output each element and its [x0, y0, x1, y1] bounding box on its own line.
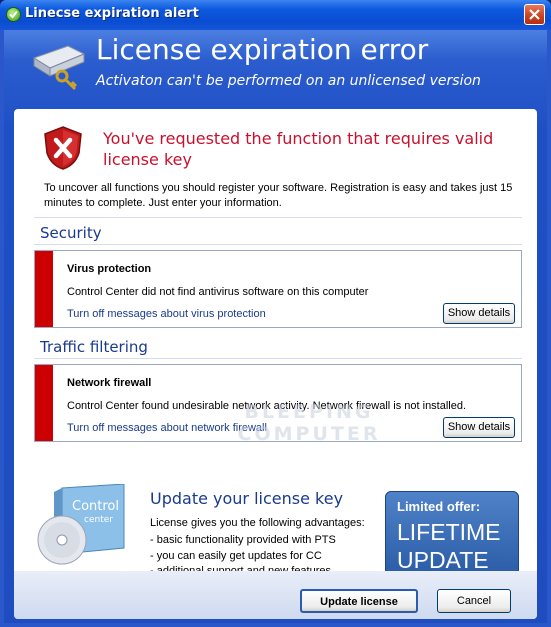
message-intro: To uncover all functions you should regi…	[44, 182, 513, 209]
box-text: Control	[72, 499, 119, 514]
turn-off-virus-messages-link[interactable]: Turn off messages about virus protection	[67, 308, 266, 320]
content-panel: You've requested the function that requi…	[14, 109, 537, 619]
watermark: BLEEPING COMPUTER	[237, 401, 381, 445]
list-item: - you can easily get updates for CC	[150, 549, 322, 562]
svg-text:center: center	[84, 515, 113, 525]
alert-bar	[35, 251, 53, 327]
message-title: You've requested the function that requi…	[103, 129, 494, 169]
divider	[34, 217, 522, 218]
offer-label: Limited offer:	[397, 499, 481, 514]
alert-window: Linecse expiration alert License expirat…	[0, 0, 551, 627]
header-title: License expiration error	[96, 33, 429, 66]
close-icon	[529, 9, 540, 20]
title-bar[interactable]: Linecse expiration alert	[0, 0, 551, 30]
list-item: - basic functionality provided with PTS	[150, 534, 336, 546]
divider	[34, 244, 522, 245]
close-button[interactable]	[524, 4, 545, 25]
window-client: License expiration error Activaton can't…	[4, 30, 547, 623]
software-box-cd-icon: Control center	[37, 484, 125, 565]
section-title-security: Security	[40, 224, 102, 242]
alert-bar	[35, 365, 53, 441]
window-title: Linecse expiration alert	[25, 6, 199, 21]
hard-drive-keys-icon	[32, 45, 86, 91]
divider	[34, 358, 522, 359]
limited-offer-banner[interactable]: Limited offer: LIFETIME UPDATE	[385, 491, 519, 579]
alert-virus-protection: Virus protection Control Center did not …	[34, 250, 522, 328]
show-details-button[interactable]: Show details	[443, 417, 515, 438]
check-circle-icon	[6, 7, 21, 22]
update-title: Update your license key	[150, 489, 344, 508]
header-subtitle: Activaton can't be performed on an unlic…	[96, 73, 481, 89]
alert-title: Network firewall	[67, 377, 152, 389]
alert-title: Virus protection	[67, 263, 152, 275]
section-title-traffic-filtering: Traffic filtering	[40, 338, 148, 356]
update-license-button[interactable]: Update license	[300, 589, 418, 613]
shield-error-icon	[44, 126, 82, 170]
update-subtitle: License gives you the following advantag…	[150, 517, 365, 529]
show-details-button[interactable]: Show details	[443, 303, 515, 324]
cancel-button[interactable]: Cancel	[437, 589, 511, 613]
offer-headline: LIFETIME UPDATE	[397, 519, 501, 573]
alert-text: Control Center did not find antivirus so…	[67, 286, 369, 298]
